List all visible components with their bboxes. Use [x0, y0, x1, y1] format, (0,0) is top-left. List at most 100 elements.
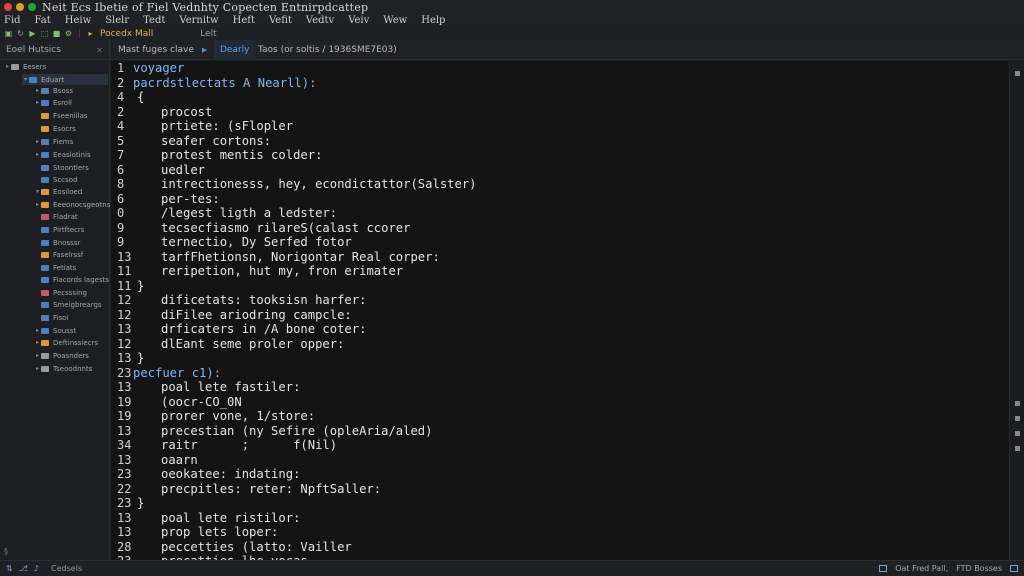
tree-item-label: Fiacords lagests	[53, 275, 109, 284]
code-text: drficaters in /A bone coter:	[161, 322, 367, 336]
tree-item[interactable]: Sccsod	[34, 174, 78, 185]
toolbar: ▣ ↻ ▶ ⬚ ■ ⚙ ▸ Pocedx Mall Lelt	[0, 27, 1024, 40]
menu-item[interactable]: Heiw	[65, 15, 91, 26]
tree-item[interactable]: ▸ Sousst	[34, 325, 76, 336]
tree-item[interactable]: Esocrs	[34, 123, 76, 134]
bell-icon[interactable]: ♪	[34, 564, 39, 573]
tree-item[interactable]: Smeigbreargs	[34, 299, 102, 310]
folder-icon	[41, 188, 49, 195]
chevron-right-icon[interactable]: ▸	[34, 201, 41, 208]
chevron-right-icon[interactable]: ▸	[34, 352, 41, 359]
menu-item[interactable]: Heft	[233, 15, 255, 26]
tab-editor-1[interactable]: Mast fuges clave ▶	[112, 40, 213, 60]
tree-item[interactable]: Fladrat	[34, 211, 78, 222]
menu-item[interactable]: Vefit	[269, 15, 292, 26]
file-icon	[41, 176, 49, 183]
code-editor[interactable]: 1 voyager 2 pacrdstlectats A Nearll): 4{2 pro…	[111, 61, 1009, 560]
tree-item-label: Tseoodnnts	[53, 364, 93, 373]
chevron-right-icon[interactable]: ▸	[34, 339, 41, 346]
line-number: 19	[117, 394, 132, 409]
tree-item[interactable]: ▸ Tseoodnnts	[34, 363, 92, 374]
debug-icon[interactable]: ⬚	[40, 29, 49, 38]
close-window-button[interactable]	[4, 3, 12, 11]
tree-item[interactable]: ▸ Deftinssiecrs	[34, 337, 98, 348]
tree-item[interactable]: ▸ Eesers	[4, 61, 46, 72]
chevron-right-icon[interactable]: ▸	[4, 63, 11, 70]
chevron-right-icon[interactable]: ▸	[34, 99, 41, 106]
status-encoding[interactable]: FTD Bosses	[956, 564, 1002, 573]
tab-label: Mast fuges clave	[118, 45, 194, 55]
folder-icon[interactable]: ▸	[86, 29, 95, 38]
tree-item[interactable]: ▸ Esroll	[34, 97, 72, 108]
build-icon[interactable]: ⚙	[64, 29, 73, 38]
line-number: 4	[117, 90, 125, 104]
tree-item[interactable]: ▸ Eeaslotinis	[34, 149, 91, 160]
menu-item[interactable]: Wew	[383, 15, 407, 26]
tab-editor-3[interactable]: Taos (or soltis / 1936SME7E03)	[252, 40, 403, 60]
menu-item[interactable]: Vedtv	[306, 15, 334, 26]
line-number: 12	[117, 336, 132, 351]
tree-item-label: Fseeniilas	[53, 111, 88, 120]
menu-item[interactable]: Tedt	[143, 15, 165, 26]
menu-item[interactable]: Vernitw	[179, 15, 218, 26]
sync-icon[interactable]: ⇅	[6, 564, 13, 573]
tree-item[interactable]: ▸ Eeeonocsgeotns	[34, 199, 110, 210]
code-text: /legest ligth a ledster:	[161, 206, 338, 220]
menu-item[interactable]: Fid	[4, 15, 21, 26]
maximize-window-button[interactable]	[28, 3, 36, 11]
tree-item-selected[interactable]: ▾ Eduart	[22, 74, 108, 85]
toolbar-secondary-label[interactable]: Lelt	[200, 29, 216, 39]
menu-item[interactable]: Veiv	[348, 15, 369, 26]
tree-item-label: Esocrs	[53, 124, 76, 133]
code-text: oaarn	[161, 452, 198, 467]
line-number: 11	[117, 264, 132, 278]
code-text: intrectionesss, hey, econdictattor(Salst…	[161, 177, 477, 191]
line-number: 9	[117, 220, 125, 235]
run-configuration[interactable]: Pocedx Mall	[100, 29, 153, 39]
status-left-text[interactable]: Cedsels	[51, 564, 82, 573]
chevron-right-icon[interactable]: ▸	[34, 138, 41, 145]
scrollbar[interactable]	[1009, 61, 1024, 560]
tab-editor-2-active[interactable]: Dearly	[214, 40, 256, 60]
notification-icon[interactable]	[1010, 565, 1018, 572]
line-number: 9	[117, 235, 125, 249]
minimize-window-button[interactable]	[16, 3, 24, 11]
tree-item[interactable]: Pecsssing	[34, 287, 87, 298]
sidebar-tab[interactable]: Eoel Hutsics ✕	[0, 40, 110, 60]
chevron-right-icon[interactable]: ▸	[34, 87, 41, 94]
status-position[interactable]: Oat Fred Pall,	[895, 564, 948, 573]
layout-icon[interactable]	[879, 565, 888, 572]
tree-item[interactable]: Stoontlers	[34, 162, 89, 173]
branch-icon[interactable]: ⎇	[19, 564, 28, 573]
tree-item[interactable]: Fiacords lagests	[34, 274, 109, 285]
chevron-right-icon[interactable]: ▸	[34, 365, 41, 372]
chevron-down-icon[interactable]: ▾	[22, 76, 29, 83]
tree-item[interactable]: Bnosssr	[34, 237, 80, 248]
menu-item[interactable]: Slelr	[105, 15, 129, 26]
tree-item[interactable]: ▸ Poasnders	[34, 350, 89, 361]
scroll-marker	[1015, 71, 1020, 76]
tree-item[interactable]: Fetiats	[34, 262, 76, 273]
line-number: 13	[117, 249, 132, 264]
chevron-right-icon[interactable]: ▸	[34, 151, 41, 158]
refresh-icon[interactable]: ↻	[16, 29, 25, 38]
tree-item[interactable]: ▸ Fiems	[34, 136, 73, 147]
tree-item-label: Smeigbreargs	[53, 300, 102, 309]
menu-item-help[interactable]: Help	[421, 15, 445, 26]
new-file-icon[interactable]: ▣	[4, 29, 13, 38]
code-text: }	[137, 351, 145, 365]
tree-item[interactable]: Pirtftecrs	[34, 224, 84, 235]
chevron-down-icon[interactable]: ▾	[34, 188, 41, 195]
tree-item[interactable]: Fisoi	[34, 312, 68, 323]
menu-item[interactable]: Fat	[35, 15, 51, 26]
stop-icon[interactable]: ■	[52, 29, 61, 38]
tree-item[interactable]: ▸ Bsoss	[34, 85, 73, 96]
tree-item[interactable]: Faselrssf	[34, 249, 83, 260]
run-icon[interactable]: ▶	[28, 29, 37, 38]
file-icon	[41, 239, 49, 246]
chevron-right-icon[interactable]: ▸	[34, 327, 41, 334]
code-text: dlEant seme proler opper:	[161, 336, 345, 351]
close-icon[interactable]: ✕	[96, 46, 103, 55]
tree-item[interactable]: ▾ Eosiloed	[34, 186, 82, 197]
tree-item[interactable]: Fseeniilas	[34, 110, 88, 121]
